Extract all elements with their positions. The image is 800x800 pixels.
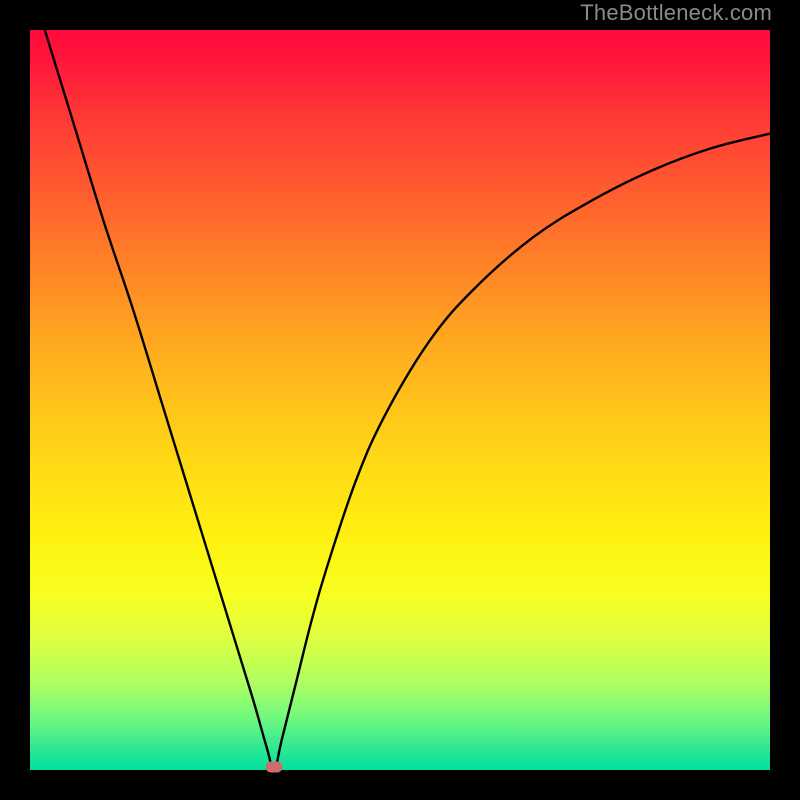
curve-line xyxy=(45,30,770,770)
plot-area xyxy=(30,30,770,770)
curve-svg xyxy=(30,30,770,770)
minimum-marker xyxy=(266,762,283,773)
chart-frame: TheBottleneck.com xyxy=(0,0,800,800)
watermark-text: TheBottleneck.com xyxy=(580,0,772,26)
